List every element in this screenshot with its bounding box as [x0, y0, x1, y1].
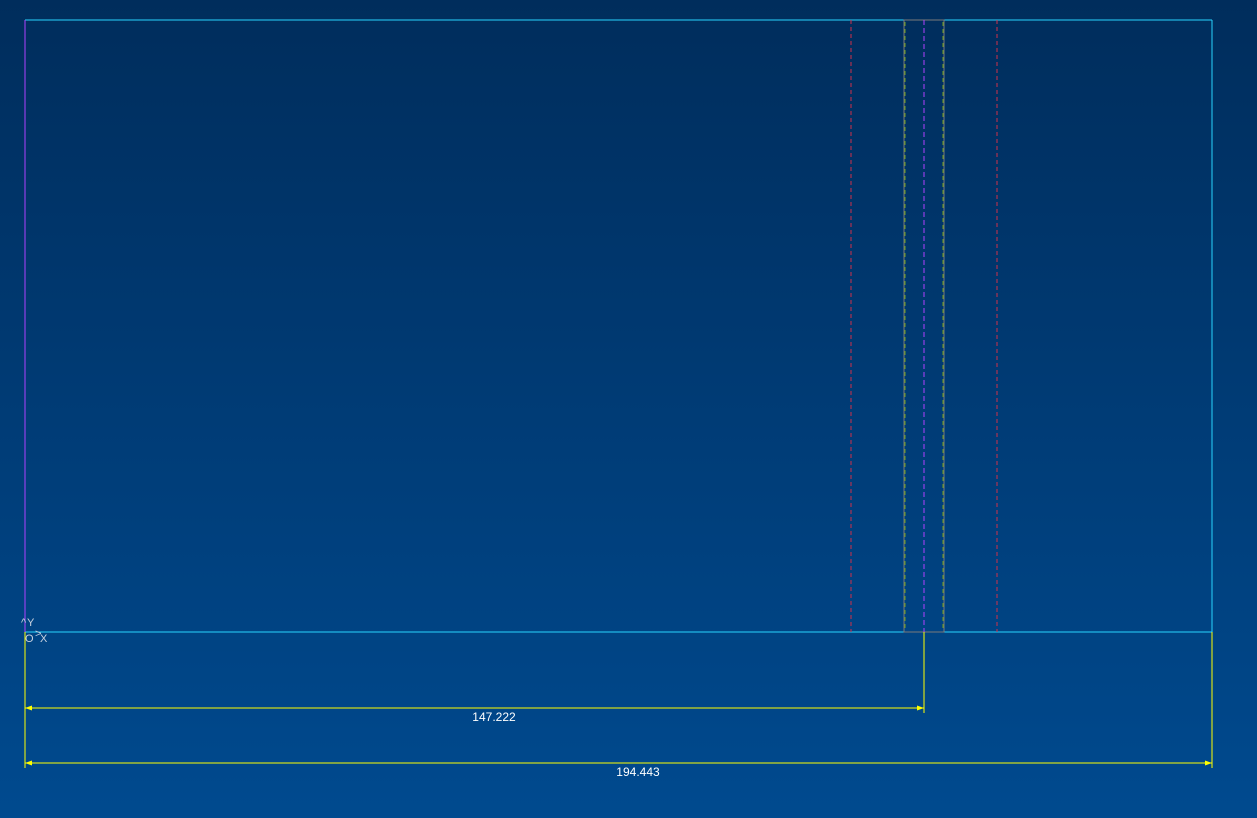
dimension-text-overall[interactable]: 194.443: [616, 765, 660, 779]
drawing-canvas[interactable]: ^ Y O > X 147.222 194.443: [0, 0, 1257, 818]
x-axis-label: X: [40, 633, 48, 645]
dimension-text-inner[interactable]: 147.222: [472, 710, 516, 724]
cad-viewport[interactable]: ^ Y O > X 147.222 194.443: [0, 0, 1257, 818]
origin-label: O: [25, 633, 34, 645]
y-axis-label: Y: [27, 617, 35, 629]
